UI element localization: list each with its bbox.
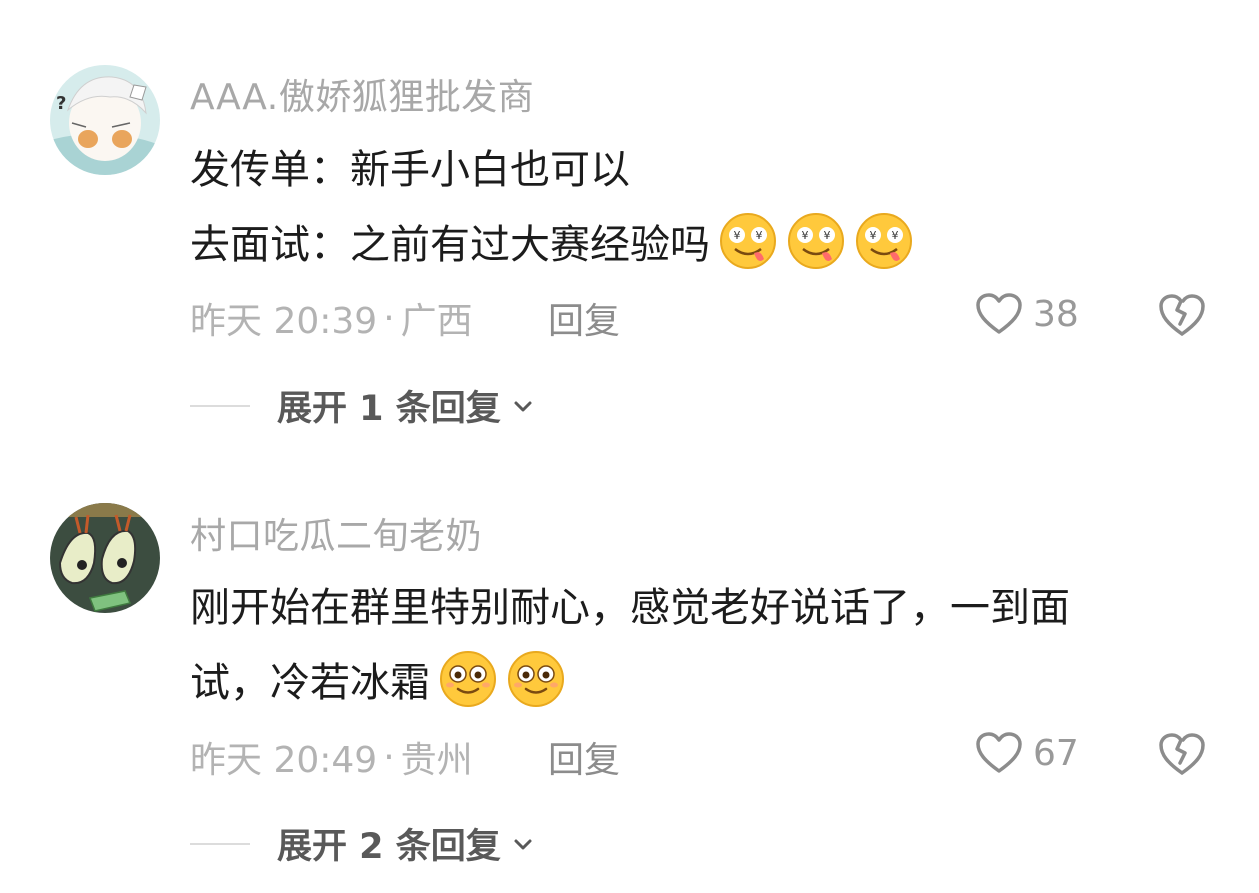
comment-time: 昨天 20:39 bbox=[190, 301, 378, 342]
meta-separator: · bbox=[383, 297, 395, 339]
broken-heart-icon[interactable] bbox=[1157, 731, 1207, 777]
like-button[interactable]: 67 bbox=[975, 731, 1079, 775]
reply-button[interactable]: 回复 bbox=[548, 731, 620, 783]
expand-replies-button[interactable]: 展开 1 条回复 bbox=[190, 380, 535, 431]
expand-replies-label: 展开 1 条回复 bbox=[277, 389, 501, 429]
meta-separator: · bbox=[383, 736, 395, 778]
heart-icon bbox=[976, 293, 1022, 334]
svg-text:¥: ¥ bbox=[870, 229, 877, 242]
svg-text:¥: ¥ bbox=[756, 229, 763, 242]
svg-text:¥: ¥ bbox=[802, 229, 809, 242]
expand-replies-label: 展开 2 条回复 bbox=[277, 827, 501, 867]
like-count: 67 bbox=[1033, 732, 1079, 774]
comment-text-line: 试，冷若冰霜 bbox=[190, 648, 566, 710]
comment-text-line: 刚开始在群里特别耐心，感觉老好说话了，一到面 bbox=[190, 578, 1070, 631]
username[interactable]: AAA.傲娇狐狸批发商 bbox=[190, 68, 534, 120]
comment-text-line: 去面试：之前有过大赛经验吗 ¥ ¥ ¥ ¥ ¥ ¥ bbox=[190, 210, 914, 272]
comment-location: 贵州 bbox=[400, 740, 473, 781]
reply-button[interactable]: 回复 bbox=[548, 292, 620, 344]
smiling-emoji bbox=[438, 649, 498, 709]
svg-text:¥: ¥ bbox=[824, 229, 831, 242]
chevron-down-icon bbox=[514, 401, 532, 411]
drooling-star-eyes-emoji: ¥ ¥ bbox=[854, 211, 914, 271]
avatar[interactable]: ? bbox=[50, 65, 160, 175]
avatar[interactable] bbox=[50, 503, 160, 613]
heart-icon bbox=[976, 732, 1022, 773]
expand-replies-button[interactable]: 展开 2 条回复 bbox=[190, 818, 535, 869]
comment-text: 刚开始在群里特别耐心，感觉老好说话了，一到面 bbox=[190, 585, 1070, 631]
smiling-emoji bbox=[506, 649, 566, 709]
svg-text:¥: ¥ bbox=[734, 229, 741, 242]
svg-text:¥: ¥ bbox=[892, 229, 899, 242]
drooling-star-eyes-emoji: ¥ ¥ bbox=[718, 211, 778, 271]
like-count: 38 bbox=[1033, 293, 1079, 335]
comment-time: 昨天 20:49 bbox=[190, 740, 378, 781]
comment-location: 广西 bbox=[400, 301, 473, 342]
comment-text: 试，冷若冰霜 bbox=[190, 660, 430, 706]
username[interactable]: 村口吃瓜二旬老奶 bbox=[190, 507, 482, 559]
comment-text: 发传单：新手小白也可以 bbox=[190, 147, 630, 193]
divider bbox=[190, 842, 250, 845]
comment-text-line: 发传单：新手小白也可以 bbox=[190, 140, 630, 193]
divider bbox=[190, 404, 250, 407]
comment-meta: 昨天 20:39 · 广西 bbox=[190, 292, 473, 344]
chevron-down-icon bbox=[514, 839, 532, 849]
comment-text: 去面试：之前有过大赛经验吗 bbox=[190, 222, 710, 268]
drooling-star-eyes-emoji: ¥ ¥ bbox=[786, 211, 846, 271]
comment-meta: 昨天 20:49 · 贵州 bbox=[190, 731, 473, 783]
like-button[interactable]: 38 bbox=[975, 292, 1079, 336]
broken-heart-icon[interactable] bbox=[1157, 292, 1207, 338]
svg-text:?: ? bbox=[56, 93, 66, 114]
